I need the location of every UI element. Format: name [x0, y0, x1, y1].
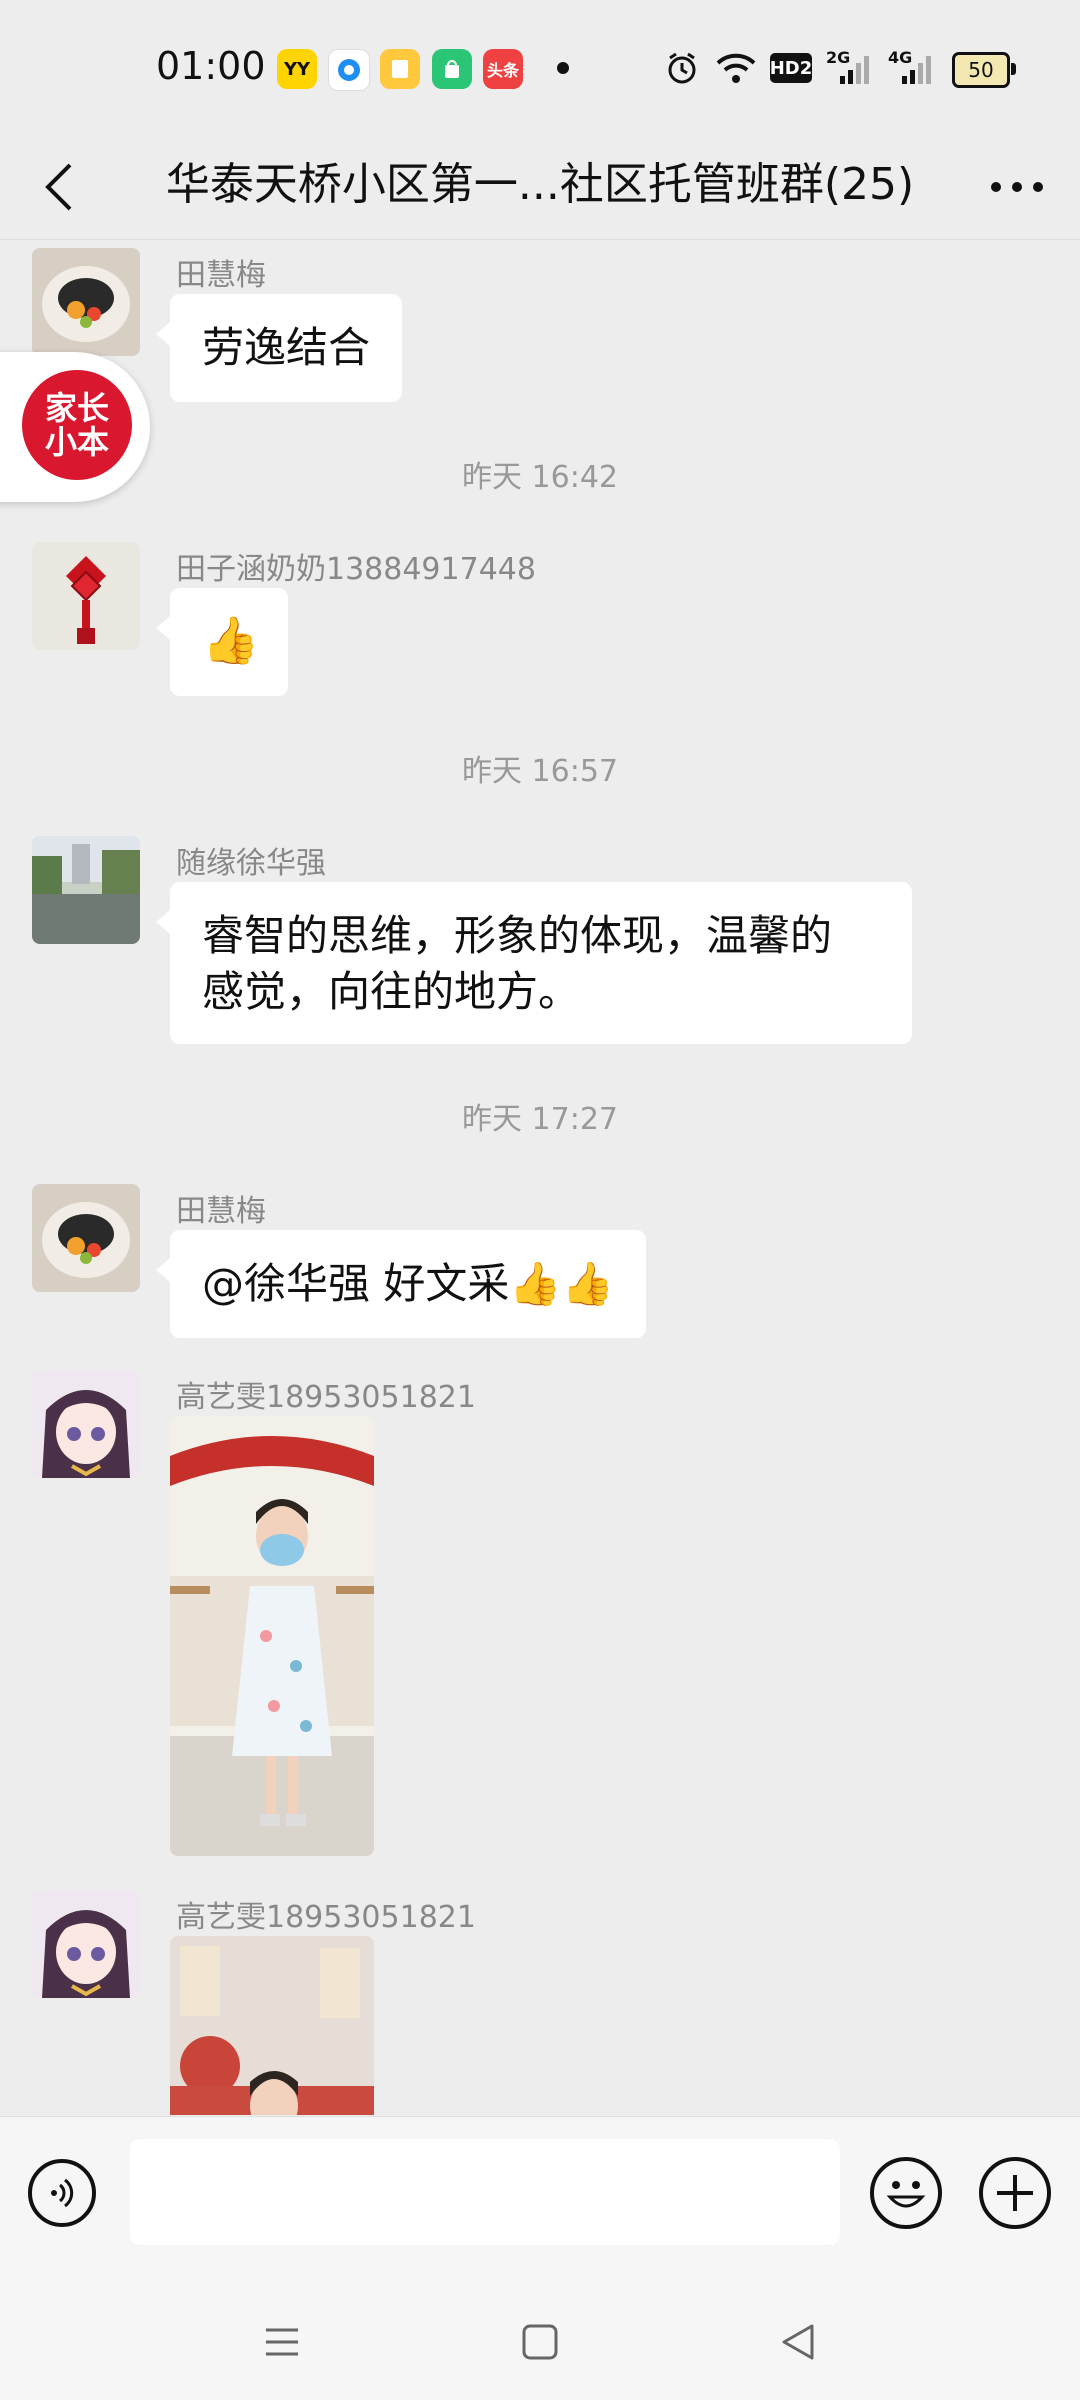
sender-name: 田慧梅: [176, 258, 266, 293]
input-bar: [0, 2116, 1080, 2277]
photo-message[interactable]: [170, 1936, 374, 2115]
status-bar: 01:00 YY 头条 HD2 2G 4G 50: [0, 0, 1080, 135]
more-functions-button[interactable]: [979, 2157, 1051, 2229]
store-app-icon: [432, 49, 472, 89]
triangle-back-icon: [782, 2324, 814, 2360]
message-bubble[interactable]: 👍: [156, 588, 288, 696]
avatar-tian-huimei[interactable]: [32, 1184, 140, 1292]
message-bubble[interactable]: @徐华强 好文采👍👍: [156, 1230, 646, 1338]
avatar-tian-huimei[interactable]: [32, 248, 140, 356]
message-line: 睿智的思维，形象的体现，温馨的: [202, 911, 833, 960]
toutiao-app-icon: 头条: [483, 49, 523, 89]
signal-2g-icon: 2G: [826, 48, 872, 88]
message-bubble[interactable]: 劳逸结合: [155, 294, 403, 402]
system-navigation-bar: [0, 2276, 1080, 2400]
voice-icon: [51, 2178, 74, 2208]
home-button[interactable]: [510, 2312, 570, 2372]
sender-name: 高艺雯18953051821: [176, 1380, 476, 1415]
back-button[interactable]: [30, 157, 90, 217]
more-options-button[interactable]: [982, 157, 1052, 217]
timestamp: 昨天 16:57: [462, 754, 618, 789]
square-icon: [522, 2324, 558, 2360]
parent-notebook-logo[interactable]: 家长 小本: [22, 370, 132, 480]
photo-message[interactable]: [170, 1416, 374, 1856]
timestamp: 昨天 16:42: [462, 460, 618, 495]
notes-app-icon: [380, 49, 420, 89]
chevron-left-icon: [45, 163, 72, 211]
smiley-icon: [886, 2181, 926, 2208]
message-bubble[interactable]: 睿智的思维，形象的体现，温馨的 感觉，向往的地方。: [156, 882, 912, 1044]
avatar-gao-yiwen[interactable]: [32, 1890, 140, 1998]
wifi-icon: [714, 48, 758, 88]
emoji-button[interactable]: [870, 2157, 942, 2229]
logo-text-line1: 家长: [44, 389, 109, 427]
browser-app-icon: [328, 49, 370, 91]
yy-app-icon: YY: [277, 49, 317, 89]
back-nav-button[interactable]: [768, 2312, 828, 2372]
status-time: 01:00: [156, 44, 266, 88]
sender-name: 田子涵奶奶13884917448: [176, 552, 536, 587]
hd-voice-icon: HD2: [770, 53, 812, 83]
more-dots-icon: [991, 182, 1043, 192]
avatar-gao-yiwen[interactable]: [32, 1370, 140, 1478]
voice-input-button[interactable]: [28, 2159, 96, 2227]
battery-icon: 50: [952, 52, 1016, 88]
sender-name: 田慧梅: [176, 1194, 266, 1229]
alarm-icon: [664, 48, 700, 88]
more-notifications-dot: [557, 62, 569, 74]
avatar-suiyuan-xu-huaqiang[interactable]: [32, 836, 140, 944]
plus-icon: [997, 2175, 1033, 2211]
message-list[interactable]: 田慧梅 劳逸结合 昨天 16:42 田子涵奶奶13884917448 👍 昨天 …: [0, 240, 1080, 2115]
timestamp: 昨天 17:27: [462, 1102, 618, 1137]
message-line: 感觉，向往的地方。: [202, 967, 581, 1016]
sender-name: 随缘徐华强: [176, 846, 326, 881]
avatar-tian-zihan-grandma[interactable]: [32, 542, 140, 650]
logo-text-line2: 小本: [44, 423, 109, 461]
chat-title: 华泰天桥小区第一...社区托管班群(25): [165, 159, 915, 210]
chat-header: 华泰天桥小区第一...社区托管班群(25): [0, 135, 1080, 240]
menu-icon: [266, 2328, 298, 2356]
recent-apps-button[interactable]: [252, 2312, 312, 2372]
message-input[interactable]: [130, 2139, 840, 2245]
floating-parent-notebook-badge[interactable]: 家长 小本: [0, 352, 150, 502]
sender-name: 高艺雯18953051821: [176, 1900, 476, 1935]
signal-4g-icon: 4G: [888, 48, 934, 88]
